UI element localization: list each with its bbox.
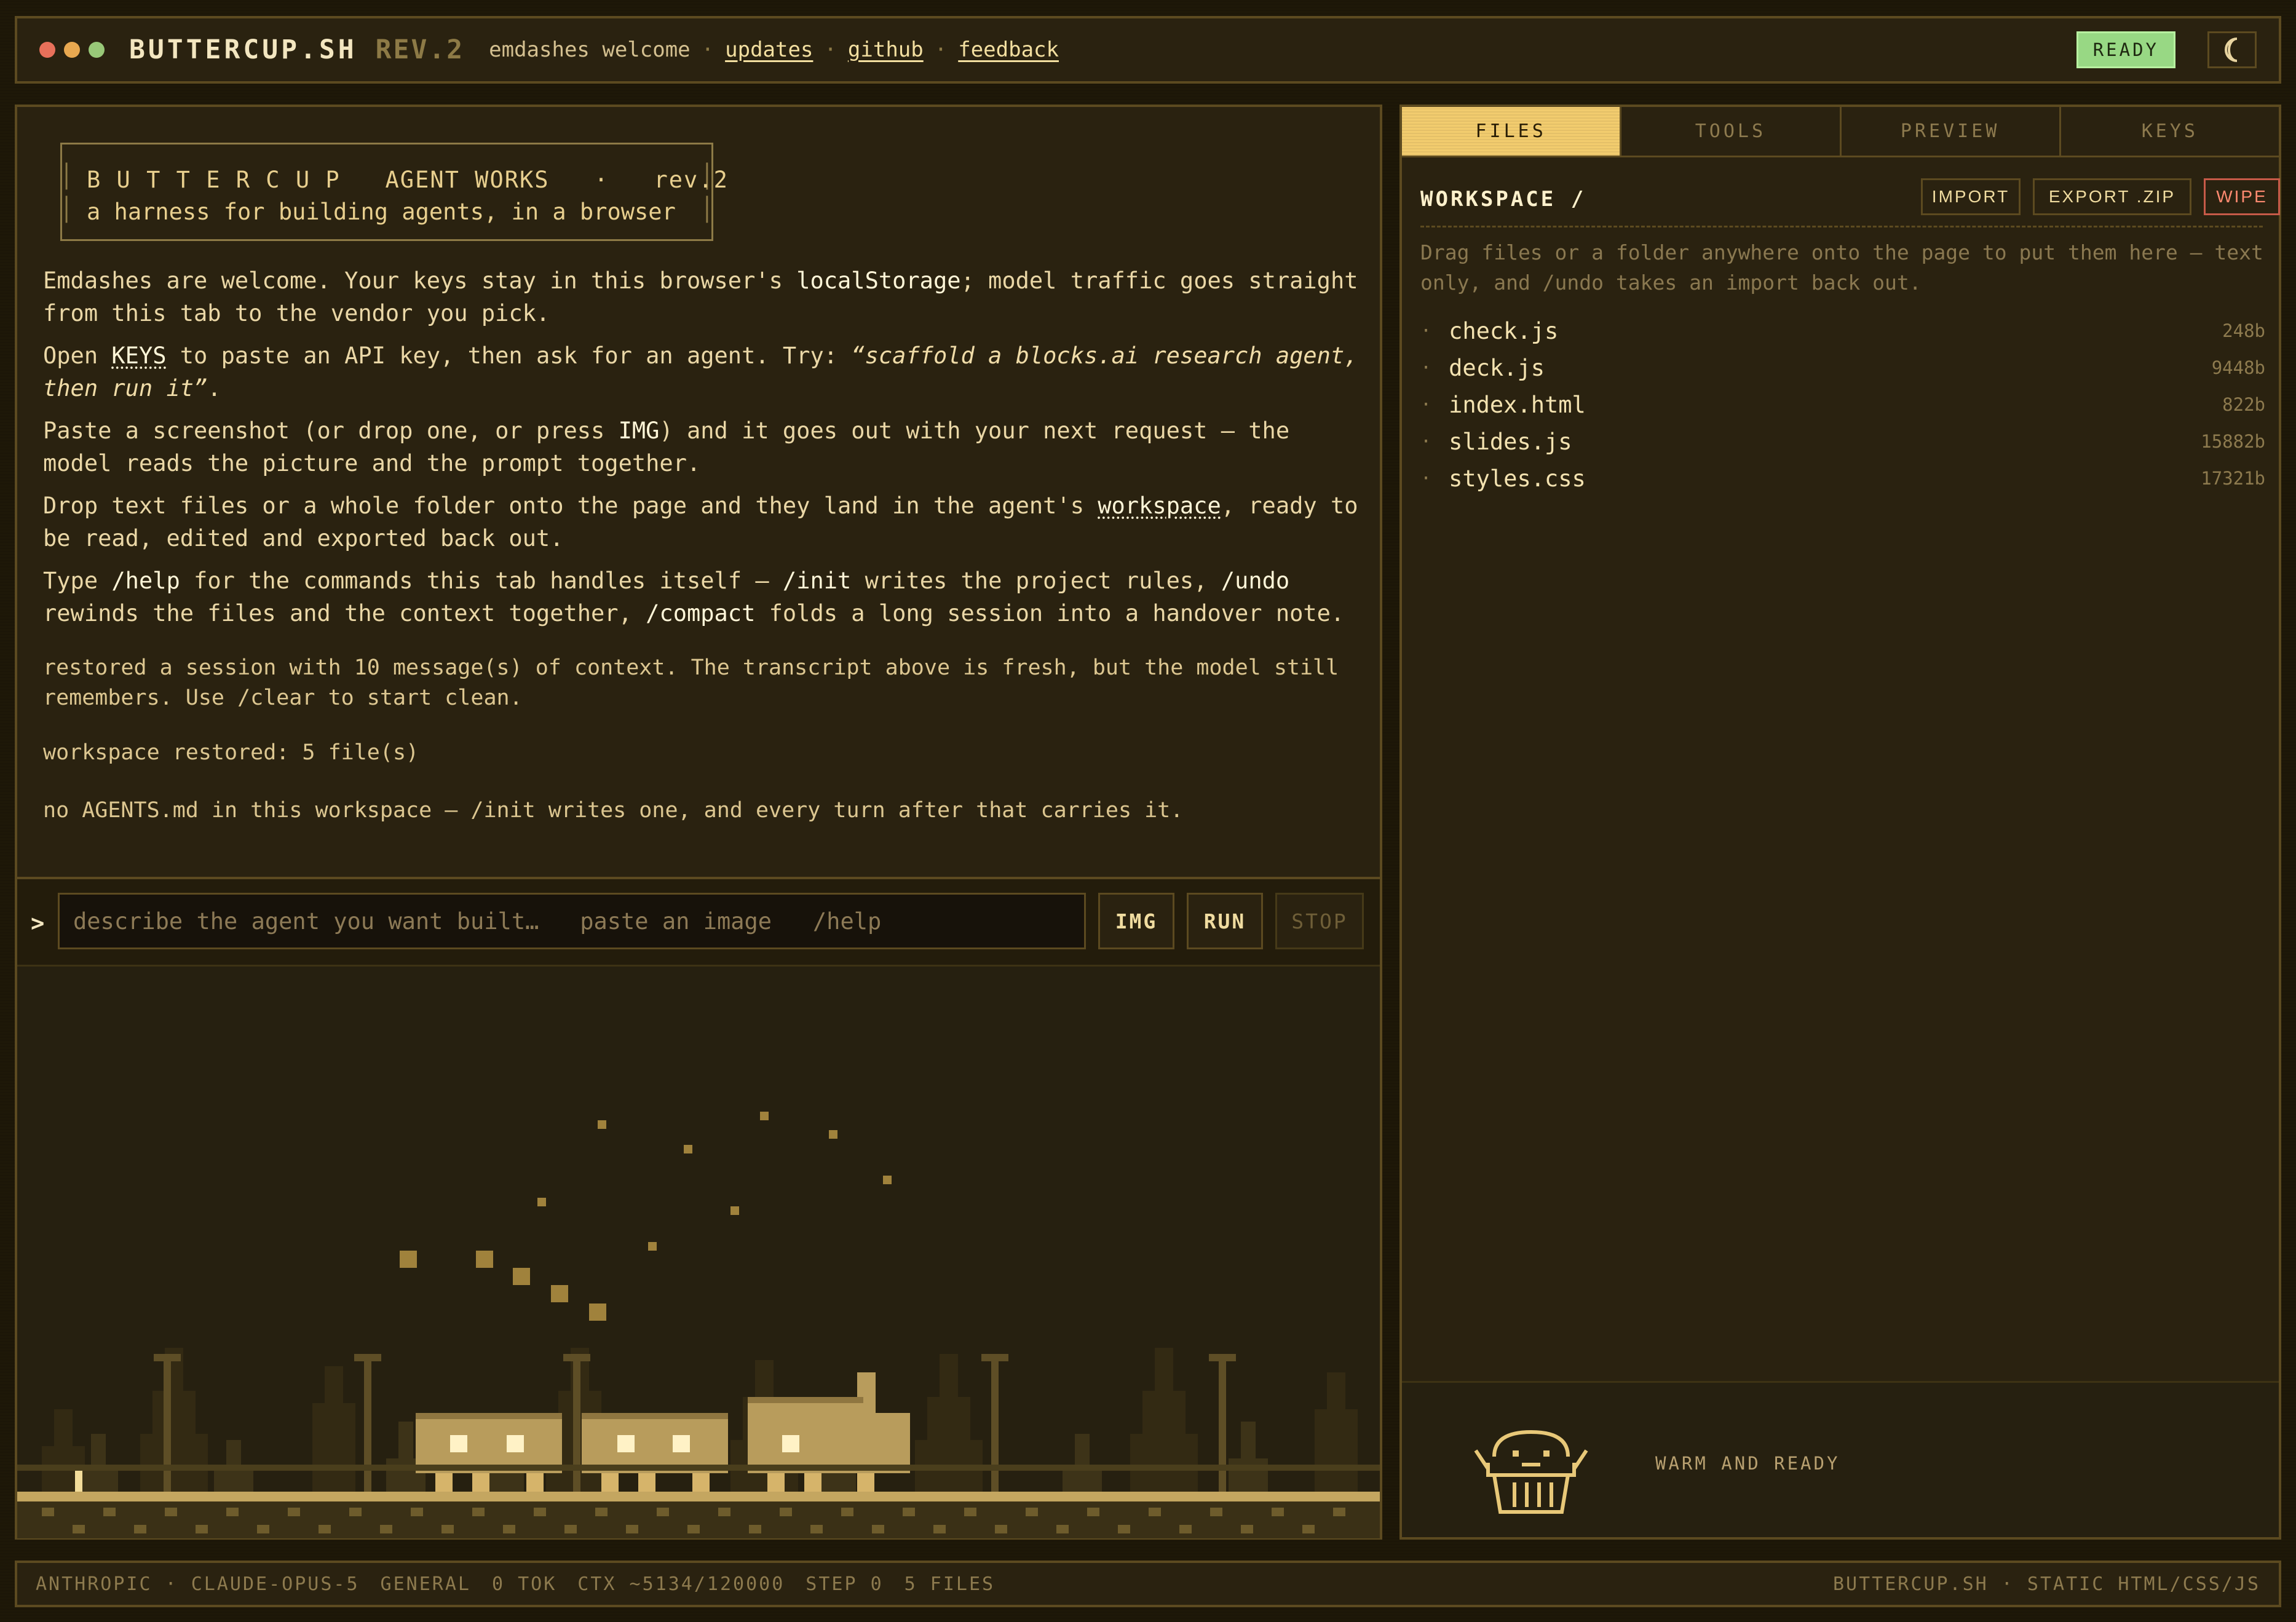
wipe-button[interactable]: WIPE: [2204, 178, 2280, 215]
tagline: emdashes welcome: [489, 38, 691, 62]
file-name: deck.js: [1449, 354, 1545, 381]
maximize-dot[interactable]: [89, 42, 105, 58]
cmd-compact: /compact: [646, 600, 756, 627]
app-title: BUTTERCUP.SH: [129, 34, 357, 65]
file-name: slides.js: [1449, 428, 1572, 455]
intro-paragraph: Type /help for the commands this tab han…: [43, 568, 1345, 627]
file-name: index.html: [1449, 391, 1586, 418]
feedback-link[interactable]: feedback: [958, 38, 1059, 62]
revision-label: REV.2: [375, 34, 465, 65]
status-tokens: 0 TOK: [491, 1573, 557, 1595]
img-hint: IMG: [618, 417, 660, 444]
tab-files[interactable]: FILES: [1402, 107, 1622, 156]
keys-link[interactable]: KEYS: [111, 342, 166, 369]
file-item[interactable]: · styles.css 17321b: [1420, 460, 2265, 497]
github-link[interactable]: github: [848, 38, 924, 62]
file-size: 9448b: [2211, 357, 2265, 378]
title-card-subtitle: a harness for building agents, in a brow…: [87, 199, 676, 225]
separator: ·: [701, 38, 715, 62]
title-card: │ │ │ │ B U T T E R C U P AGENT WORKS · …: [60, 143, 727, 241]
workspace-link[interactable]: workspace: [1098, 493, 1221, 519]
log-message: workspace restored: 5 file(s): [43, 740, 419, 765]
intro-paragraph: Paste a screenshot (or drop one, or pres…: [43, 417, 1290, 477]
image-button[interactable]: IMG: [1098, 893, 1174, 949]
file-item[interactable]: · check.js 248b: [1420, 312, 2265, 349]
status-mode: GENERAL: [380, 1573, 471, 1595]
status-context: CTX ~5134/120000: [577, 1573, 785, 1595]
file-item[interactable]: · deck.js 9448b: [1420, 349, 2265, 386]
file-size: 822b: [2222, 394, 2265, 415]
cmd-init: /init: [782, 568, 852, 594]
sidebar-tabs: FILES TOOLS PREVIEW KEYS: [1402, 107, 2279, 157]
window-controls: [39, 42, 105, 58]
file-size: 15882b: [2201, 431, 2265, 452]
code-localstorage: localStorage: [796, 267, 961, 294]
file-list: · check.js 248b · deck.js 9448b · index.html 8…: [1420, 312, 2265, 497]
prompt-bar: > IMG RUN STOP: [17, 877, 1380, 967]
import-button[interactable]: IMPORT: [1921, 178, 2021, 215]
intro-paragraph: Drop text files or a whole folder onto t…: [43, 493, 1358, 552]
intro-paragraph: Emdashes are welcome. Your keys stay in …: [43, 267, 1358, 326]
log-message: restored a session with 10 message(s) of…: [43, 655, 1339, 710]
close-dot[interactable]: [39, 42, 55, 58]
workspace-header: WORKSPACE / IMPORT EXPORT .ZIP WIPE: [1420, 178, 2280, 227]
separator: ·: [934, 38, 948, 62]
cmd-undo: /undo: [1221, 568, 1290, 594]
cmd-help: /help: [111, 568, 180, 594]
tab-tools[interactable]: TOOLS: [1621, 107, 1842, 156]
mascot-area: WARM AND READY: [1402, 1381, 2279, 1537]
status-files: 5 FILES: [904, 1573, 996, 1595]
status-step: STEP 0: [806, 1573, 884, 1595]
intro-text: Emdashes are welcome. Your keys stay in …: [43, 264, 1371, 639]
intro-paragraph: Open KEYS to paste an API key, then ask …: [43, 342, 1358, 402]
title-card-heading: B U T T E R C U P AGENT WORKS · rev.2: [87, 167, 729, 193]
log-message: no AGENTS.md in this workspace — /init w…: [43, 798, 1184, 823]
file-item[interactable]: · slides.js 15882b: [1420, 423, 2265, 460]
transcript-panel: │ │ │ │ B U T T E R C U P AGENT WORKS · …: [15, 105, 1382, 1540]
file-item[interactable]: · index.html 822b: [1420, 386, 2265, 423]
tab-preview[interactable]: PREVIEW: [1842, 107, 2061, 156]
file-size: 17321b: [2201, 468, 2265, 489]
theme-toggle-button[interactable]: [2207, 31, 2257, 68]
stop-button[interactable]: STOP: [1275, 893, 1364, 949]
file-size: 248b: [2222, 320, 2265, 341]
separator: ·: [824, 38, 837, 62]
status-site: BUTTERCUP.SH · STATIC HTML/CSS/JS: [1832, 1573, 2260, 1595]
tab-keys[interactable]: KEYS: [2061, 107, 2279, 156]
run-button[interactable]: RUN: [1187, 893, 1263, 949]
file-name: check.js: [1449, 317, 1559, 344]
prompt-caret: >: [31, 910, 45, 936]
sidebar-panel: FILES TOOLS PREVIEW KEYS WORKSPACE / IMP…: [1399, 105, 2281, 1540]
updates-link[interactable]: updates: [725, 38, 813, 62]
status-bar: ANTHROPIC · CLAUDE-OPUS-5 GENERAL 0 TOK …: [15, 1561, 2281, 1607]
pixel-train-scene: [17, 967, 1380, 1538]
prompt-input[interactable]: [58, 893, 1086, 949]
top-bar: BUTTERCUP.SH REV.2 emdashes welcome · up…: [15, 16, 2281, 84]
minimize-dot[interactable]: [64, 42, 80, 58]
moon-icon: [2225, 38, 2238, 62]
cupcake-mascot-icon: [1474, 1430, 1588, 1514]
workspace-title: WORKSPACE /: [1420, 187, 1586, 212]
mascot-status: WARM AND READY: [1655, 1453, 1840, 1474]
status-badge: READY: [2076, 31, 2175, 68]
file-name: styles.css: [1449, 465, 1586, 492]
export-zip-button[interactable]: EXPORT .ZIP: [2033, 178, 2191, 215]
status-model: ANTHROPIC · CLAUDE-OPUS-5: [36, 1573, 360, 1595]
pixel-landscape-illustration: [17, 1112, 1380, 1538]
workspace-hint: Drag files or a folder anywhere onto the…: [1420, 240, 2263, 295]
